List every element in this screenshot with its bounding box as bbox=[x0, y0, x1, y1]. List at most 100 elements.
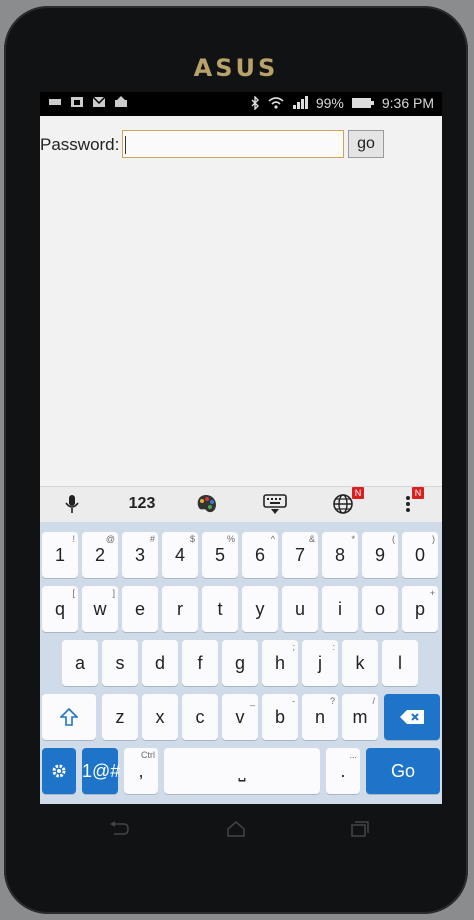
key-4[interactable]: 4 $ bbox=[162, 532, 198, 578]
backspace-key[interactable] bbox=[384, 694, 440, 740]
key-b[interactable]: b- bbox=[262, 694, 298, 740]
recents-icon[interactable] bbox=[348, 820, 370, 838]
space-key[interactable]: ⎵ bbox=[164, 748, 320, 794]
go-key[interactable]: Go bbox=[366, 748, 440, 794]
key-o[interactable]: o bbox=[362, 586, 398, 632]
upload-icon bbox=[115, 96, 127, 107]
symbols-key-label: 1@# bbox=[82, 761, 121, 781]
key-a[interactable]: a bbox=[62, 640, 98, 686]
key-i[interactable]: i bbox=[322, 586, 358, 632]
settings-key[interactable] bbox=[42, 748, 76, 794]
key-3-hint: # bbox=[149, 534, 155, 544]
key-h-hint: ; bbox=[292, 642, 295, 652]
key-d-label: d bbox=[154, 653, 165, 673]
key-h-label: h bbox=[274, 653, 285, 673]
key-t-label: t bbox=[217, 599, 223, 619]
phone-body: ASUS 99% 9:36 PM Password: go 123 N N 1 … bbox=[4, 6, 468, 914]
key-p[interactable]: p + bbox=[402, 586, 438, 632]
palette-icon[interactable] bbox=[194, 491, 220, 517]
key-8[interactable]: 8 * bbox=[322, 532, 358, 578]
key-r[interactable]: r bbox=[162, 586, 198, 632]
key-5-label: 5 bbox=[214, 545, 225, 565]
brand-logo: ASUS bbox=[193, 54, 279, 82]
key-3[interactable]: 3 # bbox=[122, 532, 158, 578]
key-0[interactable]: 0) bbox=[402, 532, 438, 578]
globe-icon[interactable]: N bbox=[330, 487, 364, 517]
key-9-label: 9 bbox=[374, 545, 385, 565]
password-input[interactable] bbox=[122, 130, 344, 158]
key-c[interactable]: c bbox=[182, 694, 218, 740]
key-5[interactable]: 5% bbox=[202, 532, 238, 578]
notification-icon bbox=[49, 99, 61, 105]
mic-icon[interactable] bbox=[60, 491, 84, 517]
go-key-label: Go bbox=[390, 761, 415, 781]
key-y[interactable]: y bbox=[242, 586, 278, 632]
key-9-hint: ( bbox=[392, 534, 395, 544]
symbols-key[interactable]: 1@# bbox=[82, 748, 121, 794]
key-2[interactable]: 2 @ bbox=[82, 532, 118, 578]
password-label: Password: bbox=[40, 135, 120, 154]
key-v-label: v bbox=[235, 707, 245, 727]
key-y-label: y bbox=[255, 599, 265, 619]
key-x[interactable]: x bbox=[142, 694, 178, 740]
key-u[interactable]: u bbox=[282, 586, 318, 632]
key-3-label: 3 bbox=[134, 545, 145, 565]
key-1[interactable]: 1! bbox=[42, 532, 78, 578]
key-7-label: 7 bbox=[294, 545, 305, 565]
key-0-hint: ) bbox=[432, 534, 435, 544]
key-e[interactable]: e bbox=[122, 586, 158, 632]
key-0-label: 0 bbox=[414, 545, 425, 565]
home-icon[interactable] bbox=[225, 820, 247, 838]
key-l[interactable]: l bbox=[382, 640, 418, 686]
key-s-label: s bbox=[115, 653, 125, 673]
key-n-hint: ? bbox=[329, 696, 335, 706]
backspace-icon bbox=[400, 710, 424, 724]
key-a-label: a bbox=[74, 653, 85, 673]
key-6[interactable]: 6 ^ bbox=[242, 532, 278, 578]
key-q[interactable]: q[ bbox=[42, 586, 78, 632]
key-q-label: q bbox=[54, 599, 65, 619]
space-key-label: ⎵ bbox=[238, 761, 246, 781]
comma-key-label: , bbox=[138, 761, 144, 781]
key-p-hint: + bbox=[429, 588, 435, 598]
key-p-label: p bbox=[414, 599, 425, 619]
keyboard-hide-icon[interactable] bbox=[262, 491, 288, 517]
key-8-label: 8 bbox=[334, 545, 345, 565]
go-button[interactable]: go bbox=[348, 130, 384, 158]
battery-icon bbox=[351, 98, 374, 108]
key-5-hint: % bbox=[226, 534, 235, 544]
key-d[interactable]: d bbox=[142, 640, 178, 686]
key-c-label: c bbox=[195, 707, 205, 727]
key-r-label: r bbox=[177, 599, 183, 619]
battery-percent: 99% bbox=[315, 95, 344, 111]
key-g[interactable]: g bbox=[222, 640, 258, 686]
key-k[interactable]: k bbox=[342, 640, 378, 686]
key-s[interactable]: s bbox=[102, 640, 138, 686]
language-badge: N bbox=[352, 487, 364, 499]
key-1-hint: ! bbox=[72, 534, 75, 544]
key-f[interactable]: f bbox=[182, 640, 218, 686]
text-caret bbox=[125, 136, 126, 154]
key-t[interactable]: t bbox=[202, 586, 238, 632]
key-e-label: e bbox=[134, 599, 145, 619]
key-n-label: n bbox=[314, 707, 325, 727]
comma-key[interactable]: , Ctrl bbox=[124, 748, 158, 794]
key-q-hint: [ bbox=[72, 588, 75, 598]
key-v[interactable]: v _ bbox=[222, 694, 258, 740]
key-n[interactable]: n? bbox=[302, 694, 338, 740]
shift-key[interactable] bbox=[42, 694, 96, 740]
key-m[interactable]: m / bbox=[342, 694, 378, 740]
key-b-hint: - bbox=[292, 696, 295, 706]
numbers-toggle[interactable]: 123 bbox=[124, 491, 160, 517]
key-z[interactable]: z bbox=[102, 694, 138, 740]
key-w[interactable]: w] bbox=[82, 586, 118, 632]
key-m-label: m bbox=[352, 707, 368, 727]
back-icon[interactable] bbox=[108, 820, 130, 838]
key-7[interactable]: 7 & bbox=[282, 532, 318, 578]
key-g-label: g bbox=[234, 653, 245, 673]
key-j[interactable]: j: bbox=[302, 640, 338, 686]
period-key[interactable]: .... bbox=[326, 748, 360, 794]
key-h[interactable]: h; bbox=[262, 640, 298, 686]
more-vert-icon[interactable]: N bbox=[400, 487, 424, 517]
key-9[interactable]: 9( bbox=[362, 532, 398, 578]
